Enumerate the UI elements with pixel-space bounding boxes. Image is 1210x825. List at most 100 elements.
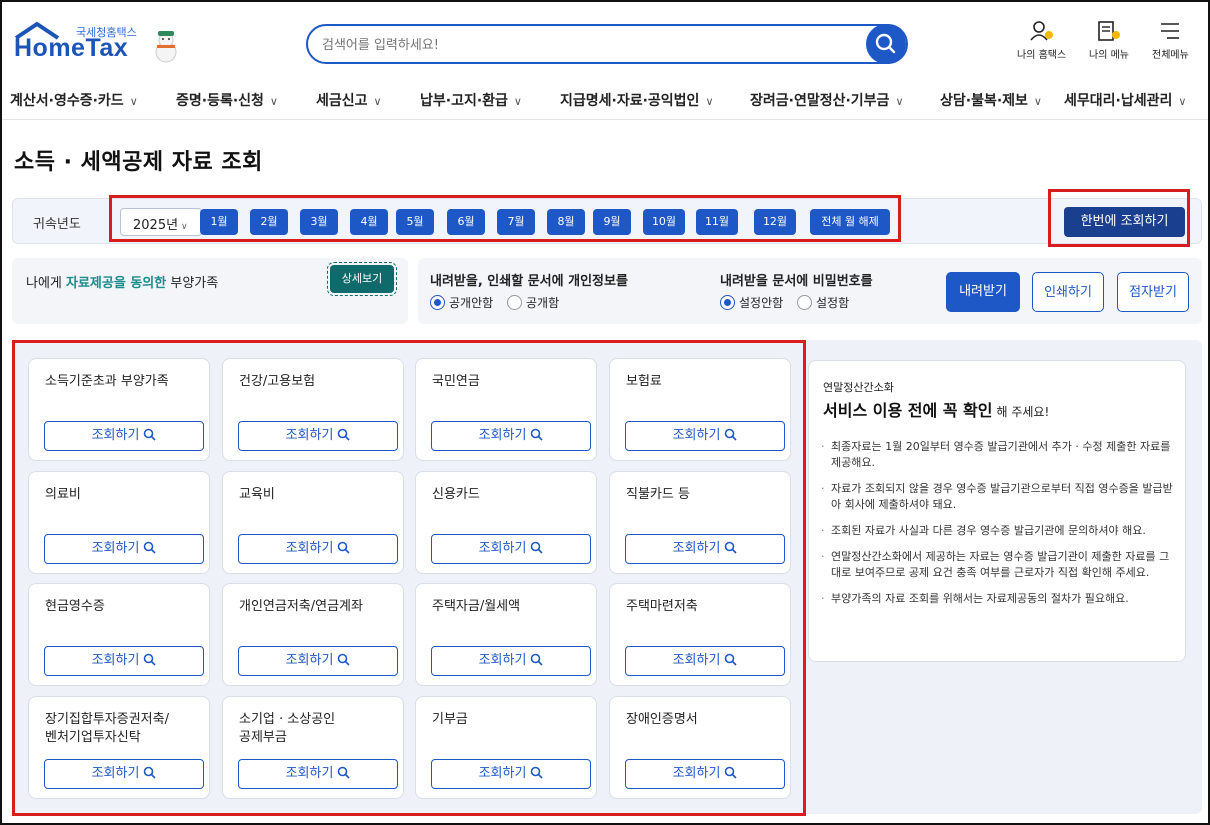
nav-label: 납부·고지·환급 xyxy=(420,93,508,109)
category-query-button[interactable]: 조회하기 xyxy=(625,421,785,451)
download-button[interactable]: 내려받기 xyxy=(946,272,1020,312)
hamburger-icon xyxy=(1161,23,1180,39)
password-option-off[interactable]: 설정안함 xyxy=(720,295,784,310)
search-button[interactable] xyxy=(866,24,906,64)
option-label: 공개함 xyxy=(526,296,560,310)
category-card: 장기집합투자증권저축/ 벤처기업투자신탁 조회하기 xyxy=(28,696,210,799)
search-icon xyxy=(531,653,543,666)
search-input[interactable] xyxy=(322,34,862,56)
nav-label: 장려금·연말정산·기부금 xyxy=(750,93,890,109)
info-item: 연말정산간소화에서 제공하는 자료는 영수증 발급기관이 제출한 자료를 그대로… xyxy=(819,549,1179,581)
document-icon xyxy=(1098,21,1120,41)
nav-label: 상담·불복·제보 xyxy=(940,93,1028,109)
all-menu-label: 전체메뉴 xyxy=(1152,50,1189,61)
info-item: 조회된 자료가 사실과 다른 경우 영수증 발급기관에 문의하셔야 해요. xyxy=(819,523,1179,539)
category-card: 소기업 · 소상공인 공제부금 조회하기 xyxy=(222,696,404,799)
category-query-button[interactable]: 조회하기 xyxy=(431,759,591,789)
nav-item-statement[interactable]: 지급명세·자료·공익법인 ∨ xyxy=(560,90,714,110)
category-card: 현금영수증 조회하기 xyxy=(28,583,210,686)
search-icon xyxy=(725,428,737,441)
my-menu-link[interactable]: 나의 메뉴 xyxy=(1089,20,1129,61)
nav-item-agent[interactable]: 세무대리·납세관리 ∨ xyxy=(1064,90,1186,110)
info-list: 최종자료는 1월 20일부터 영수증 발급기관에서 추가 · 수정 제출한 자료… xyxy=(819,439,1179,617)
category-card: 보험료조회하기 xyxy=(609,358,791,461)
month-button-3[interactable]: 3월 xyxy=(300,209,338,235)
nav-label: 세금신고 xyxy=(316,93,368,109)
option-label: 설정함 xyxy=(816,296,850,310)
nav-label: 계산서·영수증·카드 xyxy=(10,93,124,109)
category-query-button[interactable]: 조회하기 xyxy=(238,534,398,564)
month-button-1[interactable]: 1월 xyxy=(200,209,238,235)
category-query-button[interactable]: 조회하기 xyxy=(44,534,204,564)
search-icon xyxy=(725,653,737,666)
search-icon xyxy=(338,541,350,554)
detail-view-button[interactable]: 상세보기 xyxy=(327,262,397,296)
nav-item-payment[interactable]: 납부·고지·환급 ∨ xyxy=(420,90,522,110)
month-button-10[interactable]: 10월 xyxy=(643,209,685,235)
month-button-4[interactable]: 4월 xyxy=(350,209,388,235)
month-button-12[interactable]: 12월 xyxy=(754,209,796,235)
category-query-button[interactable]: 조회하기 xyxy=(625,759,785,789)
year-select[interactable]: 2025년 ∨ xyxy=(120,208,202,236)
privacy-option-show[interactable]: 공개함 xyxy=(507,295,560,310)
category-title: 주택마련저축 xyxy=(626,599,698,614)
dependents-accent: 자료제공을 동의한 xyxy=(66,276,167,291)
category-title: 보험료 xyxy=(626,374,662,389)
query-label: 조회하기 xyxy=(478,541,527,556)
category-query-button[interactable]: 조회하기 xyxy=(431,421,591,451)
nav-label: 지급명세·자료·공익법인 xyxy=(560,93,700,109)
query-label: 조회하기 xyxy=(285,766,334,781)
category-title: 소득기준초과 부양가족 xyxy=(45,374,169,389)
chevron-down-icon: ∨ xyxy=(269,95,278,108)
option-label: 설정안함 xyxy=(739,296,784,310)
password-option-on[interactable]: 설정함 xyxy=(797,295,850,310)
category-query-button[interactable]: 조회하기 xyxy=(431,646,591,676)
user-icon xyxy=(1029,21,1053,41)
nav-item-year-end[interactable]: 장려금·연말정산·기부금 ∨ xyxy=(750,90,904,110)
category-query-button[interactable]: 조회하기 xyxy=(44,759,204,789)
category-title: 교육비 xyxy=(239,487,275,502)
category-query-button[interactable]: 조회하기 xyxy=(625,646,785,676)
month-button-9[interactable]: 9월 xyxy=(593,209,631,235)
category-query-button[interactable]: 조회하기 xyxy=(238,421,398,451)
month-button-2[interactable]: 2월 xyxy=(250,209,288,235)
query-all-button[interactable]: 한번에 조회하기 xyxy=(1064,207,1185,237)
privacy-option-hide[interactable]: 공개안함 xyxy=(430,295,493,310)
query-label: 조회하기 xyxy=(91,653,140,668)
search-icon xyxy=(338,766,350,779)
year-filter-bar: 귀속년도 2025년 ∨ 1월 2월 3월 4월 5월 6월 7월 8월 9월 1… xyxy=(12,198,1202,244)
all-menu-link[interactable]: 전체메뉴 xyxy=(1152,20,1189,61)
month-button-5[interactable]: 5월 xyxy=(396,209,434,235)
nav-item-consult[interactable]: 상담·불복·제보 ∨ xyxy=(940,90,1042,110)
nav-item-invoice[interactable]: 계산서·영수증·카드 ∨ xyxy=(10,90,138,110)
search-icon xyxy=(875,33,896,54)
month-button-8[interactable]: 8월 xyxy=(547,209,585,235)
search-icon xyxy=(531,766,543,779)
search-icon xyxy=(531,428,543,441)
category-title: 의료비 xyxy=(45,487,81,502)
month-button-11[interactable]: 11월 xyxy=(696,209,738,235)
query-label: 조회하기 xyxy=(672,428,721,443)
category-card: 소득기준초과 부양가족조회하기 xyxy=(28,358,210,461)
month-button-7[interactable]: 7월 xyxy=(497,209,535,235)
category-query-button[interactable]: 조회하기 xyxy=(431,534,591,564)
clear-all-months-button[interactable]: 전체 월 해제 xyxy=(810,209,890,235)
print-button[interactable]: 인쇄하기 xyxy=(1032,272,1104,312)
radio-selected-icon xyxy=(430,295,445,310)
category-query-button[interactable]: 조회하기 xyxy=(44,646,204,676)
hometax-logo[interactable]: 국세청홈택스 HomeTax xyxy=(14,22,184,66)
radio-icon xyxy=(507,295,522,310)
category-query-button[interactable]: 조회하기 xyxy=(238,646,398,676)
nav-item-tax-return[interactable]: 세금신고 ∨ xyxy=(316,90,382,110)
braille-button[interactable]: 점자받기 xyxy=(1117,272,1189,312)
my-hometax-link[interactable]: 나의 홈택스 xyxy=(1017,20,1066,61)
info-heading-suffix: 해 주세요! xyxy=(996,405,1050,419)
page-title: 소득 · 세액공제 자료 조회 xyxy=(14,150,263,175)
category-query-button[interactable]: 조회하기 xyxy=(44,421,204,451)
month-button-6[interactable]: 6월 xyxy=(447,209,485,235)
query-label: 조회하기 xyxy=(672,653,721,668)
category-query-button[interactable]: 조회하기 xyxy=(238,759,398,789)
category-query-button[interactable]: 조회하기 xyxy=(625,534,785,564)
nav-label: 세무대리·납세관리 xyxy=(1064,93,1173,109)
nav-item-certificate[interactable]: 증명·등록·신청 ∨ xyxy=(176,90,278,110)
